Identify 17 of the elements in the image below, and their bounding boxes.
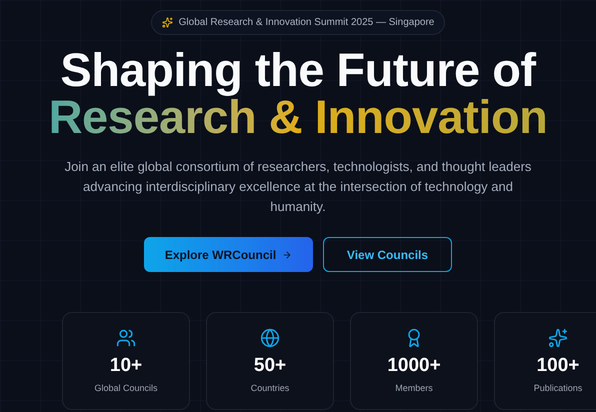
stat-value: 100+ [536,355,580,377]
explore-button[interactable]: Explore WRCouncil [144,237,313,272]
stat-label: Publications [534,382,582,395]
stat-value: 50+ [254,355,286,377]
stat-value: 1000+ [387,355,441,377]
badge-text: Global Research & Innovation Summit 2025 — Singapore [178,16,434,30]
stat-label: Global Councils [94,382,158,395]
people-icon [116,328,136,348]
sparkles-icon [548,328,568,348]
view-councils-button[interactable]: View Councils [323,237,452,272]
stat-label: Countries [250,382,290,395]
sparkles-icon [162,17,173,28]
globe-icon [260,328,280,348]
stat-label: Members [395,382,433,395]
subtitle: Join an elite global consortium of researchers, technologists, and thought leaders advancing interdisciplinary excellence at the intersection of technology and humanity. [64,158,532,216]
arrow-right-icon [282,250,292,260]
stat-value: 10+ [110,355,142,377]
